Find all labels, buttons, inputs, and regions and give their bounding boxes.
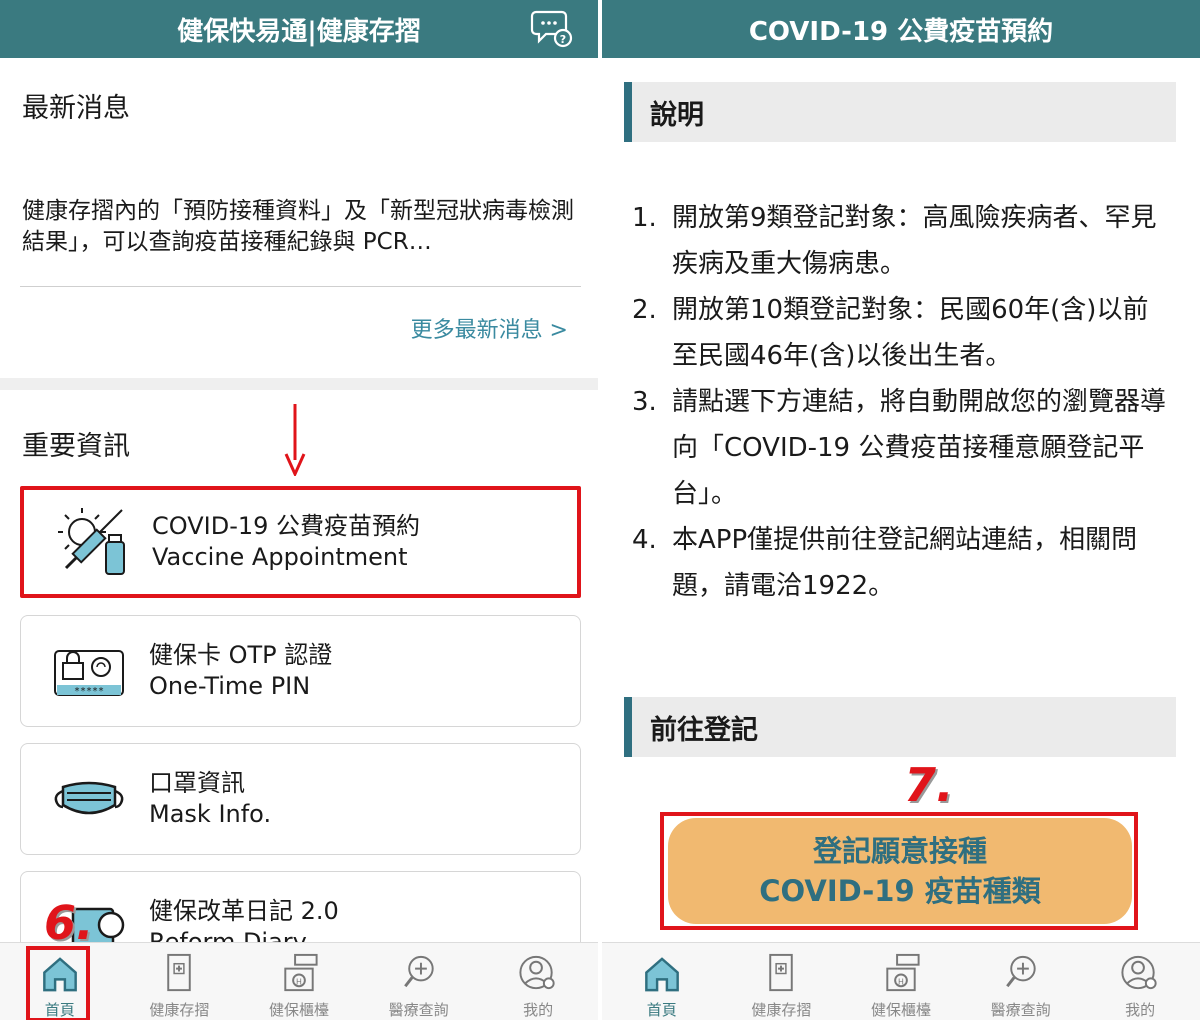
tab-health-book-label: 健康存摺	[149, 1001, 210, 1019]
otp-card-subtitle: One-Time PIN	[149, 672, 311, 700]
right-tab-bar: 首頁 健康存摺 H 健保櫃檯 醫療查詢 我的	[602, 942, 1200, 1020]
list-item: 2. 開放第10類登記對象：民國60年(含)以前至民國46年(含)以後出生者。	[632, 295, 1149, 371]
section-separator	[0, 378, 598, 390]
step-7-label: 7.	[904, 758, 954, 812]
list-item: 3. 請點選下方連結，將自動開啟您的瀏覽器導向「COVID-19 公費疫苗接種意願…	[632, 387, 1167, 509]
home-tab-highlight	[26, 946, 90, 1020]
tab-medical-search[interactable]: 醫療查詢	[359, 943, 479, 1020]
vaccine-appointment-card[interactable]: COVID-19 公費疫苗預約 Vaccine Appointment	[20, 486, 581, 598]
tab-profile[interactable]: 我的	[478, 943, 598, 1020]
left-screen: 健保快易通|健康存摺 ? 最新消息 健康存摺內的「預防接種資料」及「新型冠狀病毒…	[0, 0, 598, 1020]
otp-card-title: 健保卡 OTP 認證	[149, 641, 333, 669]
profile-icon	[519, 955, 555, 990]
tab-counter-label: 健保櫃檯	[268, 1001, 329, 1019]
mask-info-card[interactable]: 口罩資訊 Mask Info.	[20, 743, 581, 855]
svg-text:H: H	[898, 977, 904, 986]
register-section-title: 前往登記	[624, 697, 1176, 757]
chat-help-icon[interactable]: ?	[530, 6, 576, 50]
tab-counter-label: 健保櫃檯	[870, 1001, 931, 1019]
list-item: 4. 本APP僅提供前往登記網站連結，相關問題，請電洽1922。	[632, 525, 1138, 601]
profile-icon	[1121, 955, 1157, 990]
tab-home[interactable]: 首頁	[602, 943, 722, 1020]
tab-health-book[interactable]: 健康存摺	[120, 943, 240, 1020]
description-section-title: 說明	[624, 82, 1176, 142]
news-title: 最新消息	[22, 93, 130, 124]
tab-profile-label: 我的	[1125, 1001, 1156, 1019]
vaccine-card-subtitle: Vaccine Appointment	[152, 543, 408, 571]
register-button-highlight	[660, 812, 1138, 930]
more-news-link[interactable]: 更多最新消息 >	[411, 312, 568, 344]
mask-card-subtitle: Mask Info.	[149, 800, 272, 828]
medical-search-icon	[1005, 955, 1036, 988]
tab-medical-search-label: 醫療查詢	[990, 1001, 1051, 1019]
right-header: COVID-19 公費疫苗預約	[602, 0, 1200, 58]
diary-card-title: 健保改革日記 2.0	[149, 897, 339, 925]
health-book-icon	[167, 953, 192, 992]
mask-card-title: 口罩資訊	[149, 769, 245, 797]
tab-health-book-label: 健康存摺	[751, 1001, 812, 1019]
news-item[interactable]: 健康存摺內的「預防接種資料」及「新型冠狀病毒檢測結果」，可以查詢疫苗接種紀錄與 …	[22, 196, 582, 258]
tab-health-book[interactable]: 健康存摺	[722, 943, 842, 1020]
vaccine-card-title: COVID-19 公費疫苗預約	[152, 512, 421, 540]
tab-medical-search[interactable]: 醫療查詢	[961, 943, 1081, 1020]
health-book-icon	[769, 953, 794, 992]
tab-profile[interactable]: 我的	[1080, 943, 1200, 1020]
right-header-title: COVID-19 公費疫苗預約	[748, 16, 1054, 47]
red-arrow-down-icon	[284, 404, 306, 476]
face-mask-icon	[54, 781, 124, 815]
otp-mask-text: *****	[74, 686, 104, 697]
counter-icon: H	[284, 953, 318, 992]
home-icon	[644, 957, 679, 992]
tab-home-label: 首頁	[646, 1001, 677, 1019]
right-screen: COVID-19 公費疫苗預約 說明 1. 開放第9類登記對象：高風險疾病者、罕見…	[602, 0, 1200, 1020]
counter-icon: H	[886, 953, 920, 992]
otp-card[interactable]: ***** 健保卡 OTP 認證 One-Time PIN	[20, 615, 581, 727]
tab-profile-label: 我的	[523, 1001, 554, 1019]
otp-lock-icon: *****	[54, 650, 124, 697]
vaccine-syringe-icon	[58, 508, 125, 575]
description-list: 1. 開放第9類登記對象：高風險疾病者、罕見疾病及重大傷病患。 2. 開放第10類登…	[632, 195, 1172, 609]
tab-counter[interactable]: H 健保櫃檯	[239, 943, 359, 1020]
left-header-title: 健保快易通|健康存摺	[177, 16, 421, 47]
left-header: 健保快易通|健康存摺 ?	[0, 0, 598, 58]
svg-text:H: H	[296, 977, 302, 986]
list-item: 1. 開放第9類登記對象：高風險疾病者、罕見疾病及重大傷病患。	[632, 203, 1157, 279]
tab-medical-search-label: 醫療查詢	[388, 1001, 449, 1019]
svg-text:?: ?	[560, 33, 566, 46]
medical-search-icon	[403, 955, 434, 988]
tab-counter[interactable]: H 健保櫃檯	[841, 943, 961, 1020]
news-divider	[20, 286, 581, 287]
important-info-title: 重要資訊	[22, 431, 130, 462]
